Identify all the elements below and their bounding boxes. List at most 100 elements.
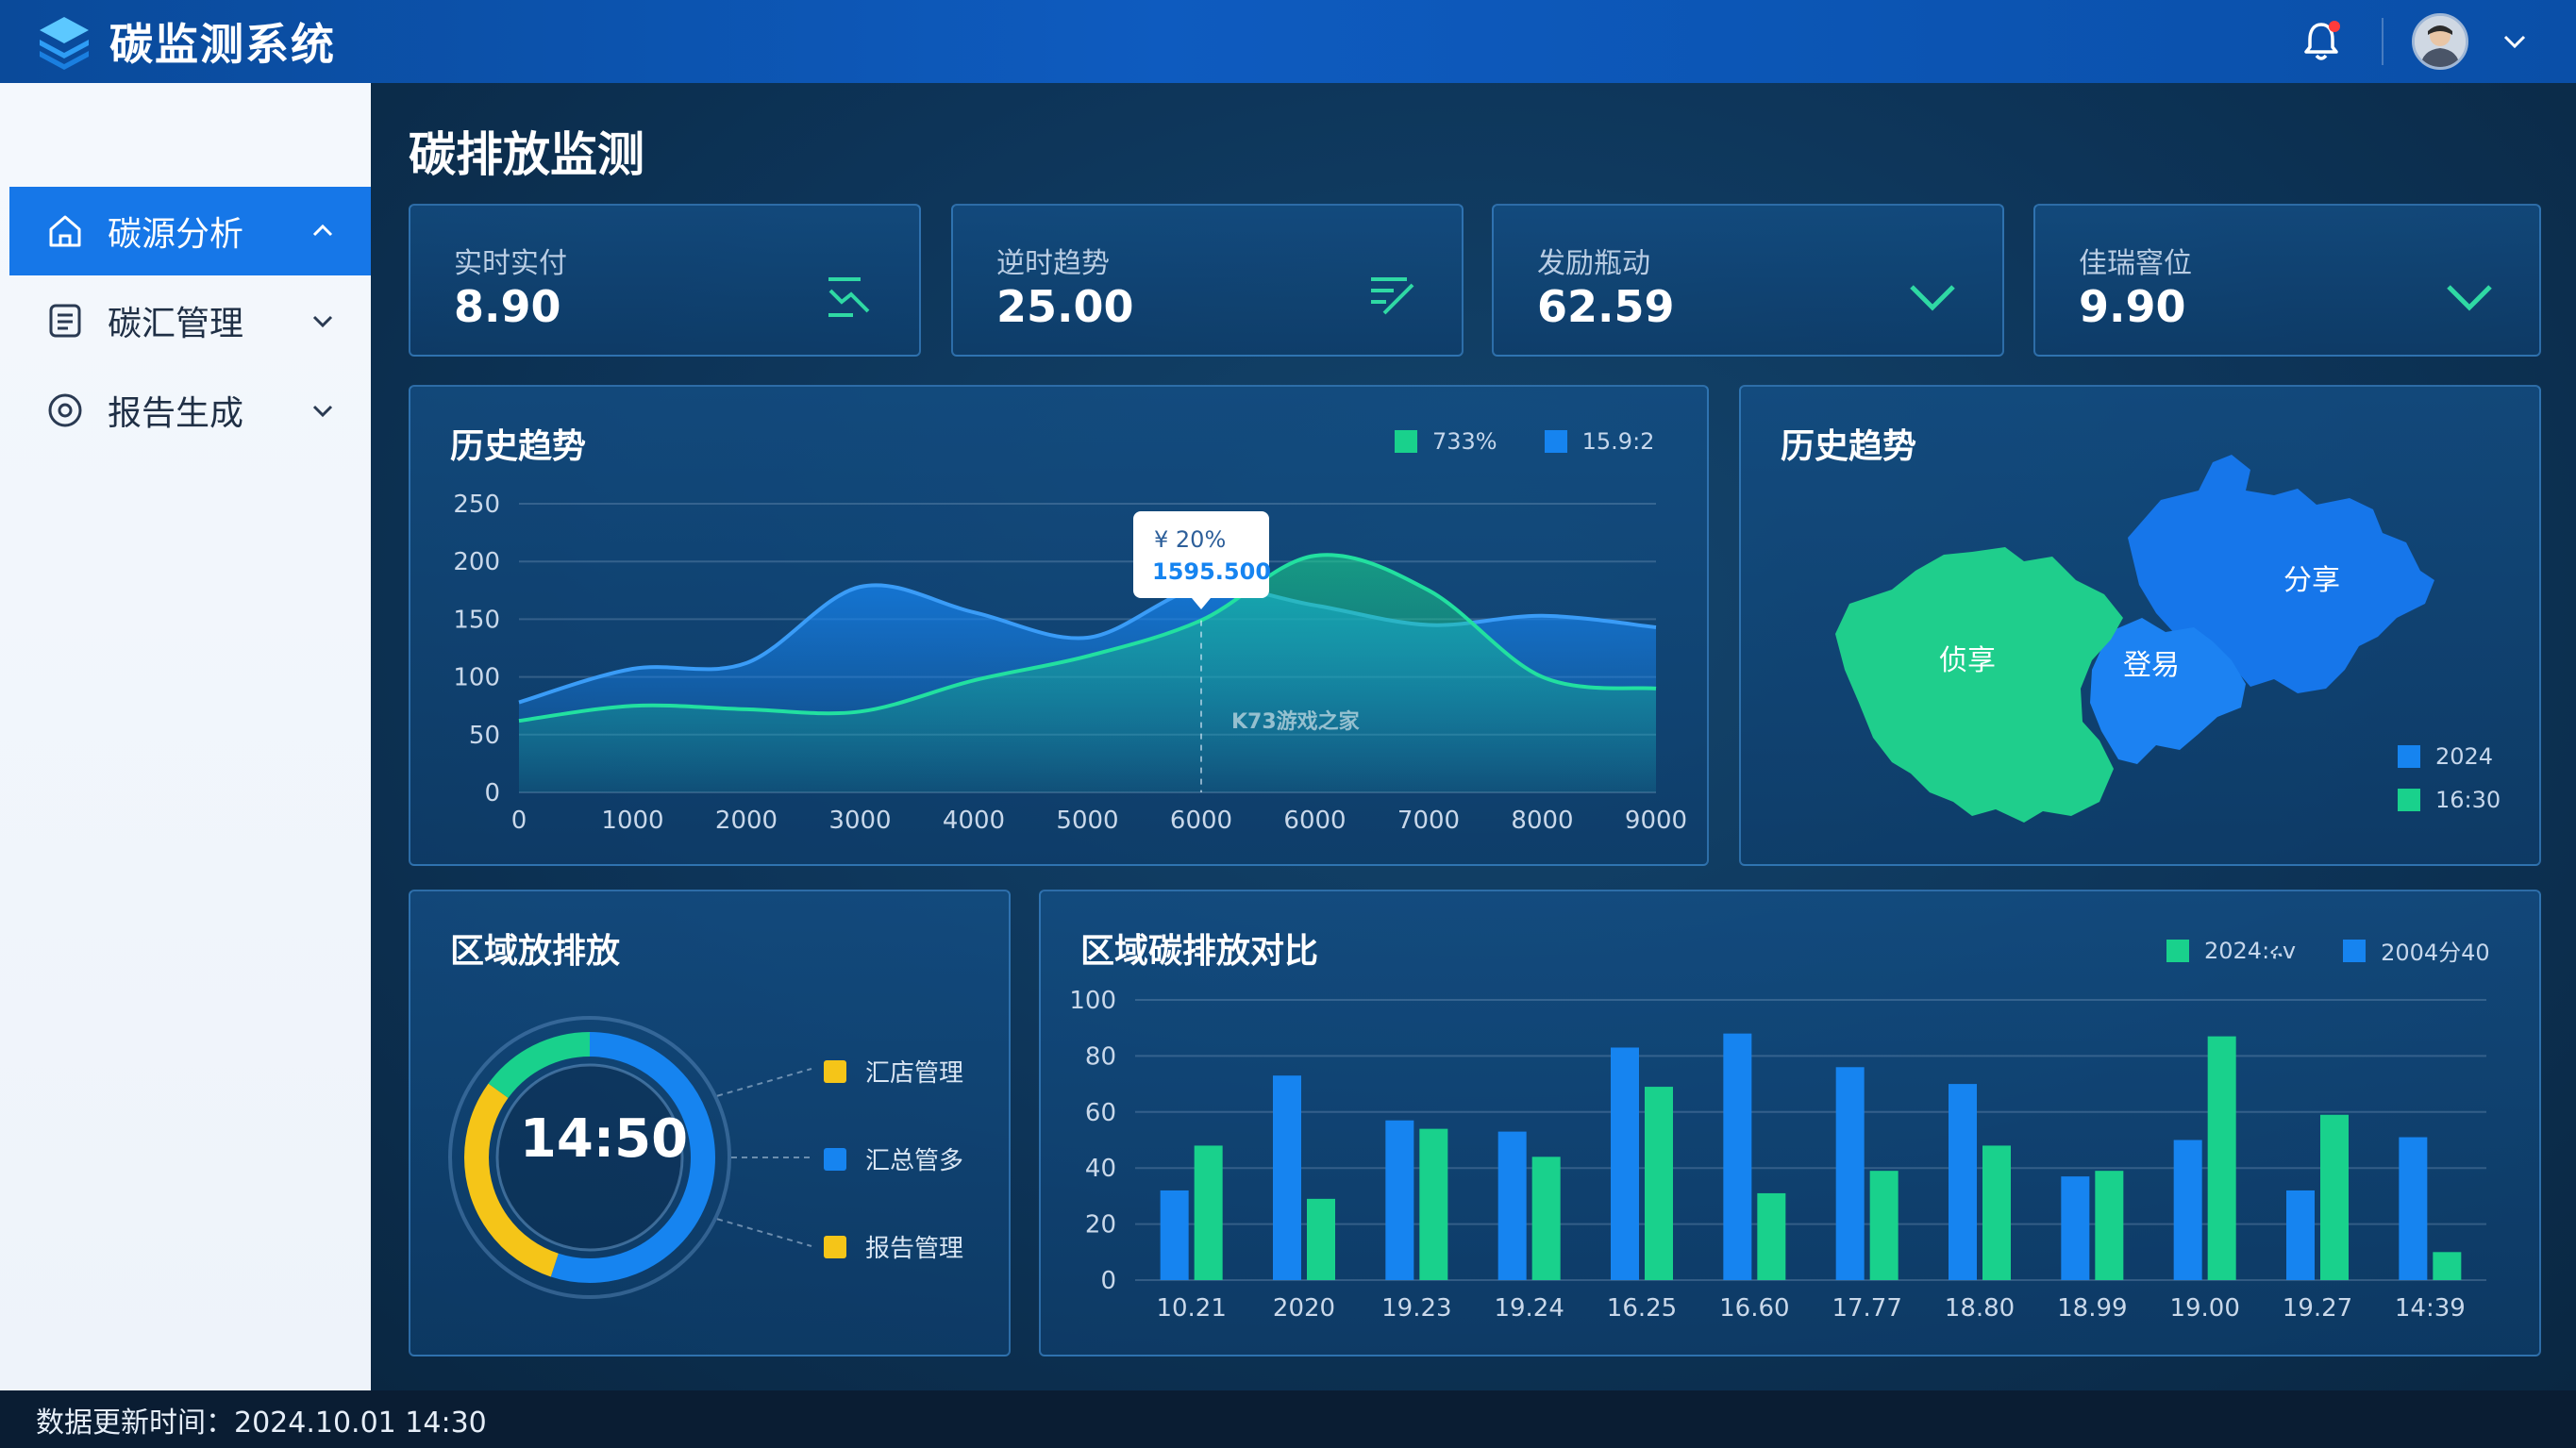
x-tick-label: 9000 [1625,807,1687,835]
header-divider [2382,18,2384,65]
stat-value: 9.90 [2079,281,2186,332]
trend-up-icon [1371,277,1414,315]
x-tick-label: 19.00 [2169,1294,2239,1323]
bar[interactable] [1160,1190,1189,1280]
donut-panel: 区域放排放 14:50 汇店管理 汇总管多 报告管理 [409,890,1011,1356]
region-bar-chart: 0 20 40 60 80 100 10.21 2020 19.23 19.24 16.25 16.6… [1069,987,2486,1323]
watermark-text: K73游戏之家 [1231,709,1361,734]
x-tick-label: 17.77 [1832,1294,1901,1323]
sidebar-item-carbon-sink[interactable]: 碳汇管理 [9,276,371,365]
sidebar: 碳源分析 碳汇管理 报告生成 [0,83,371,1390]
sidebar-item-label: 报告生成 [108,394,244,433]
bar[interactable] [1419,1128,1448,1280]
bar[interactable] [1273,1075,1301,1280]
x-tick-label: 14:39 [2395,1294,2466,1323]
bar[interactable] [1194,1145,1223,1280]
bar[interactable] [2173,1140,2202,1281]
x-tick-label: 19.24 [1494,1294,1564,1323]
bar[interactable] [1869,1171,1899,1280]
bar[interactable] [2286,1190,2315,1280]
x-tick-label: 0 [511,807,527,835]
x-tick-label: 6000 [1283,807,1346,835]
x-tick-label: 19.27 [2283,1294,2352,1323]
stat-value: 8.90 [454,281,561,332]
bar[interactable] [2320,1114,2349,1280]
notification-button[interactable] [2299,19,2344,64]
chevron-down-icon [2447,285,2492,311]
history-trend-panel: 历史趋势 733% 15.9:2 0 50 100 150 200 250 0 1000 200… [409,385,1709,866]
map-legend-item: 16:30 [2398,787,2501,813]
document-icon [49,304,81,338]
sidebar-item-report[interactable]: 报告生成 [9,366,371,455]
stat-label: 逆时趋势 [996,247,1110,280]
donut-legend-item: 报告管理 [824,1229,963,1264]
bar[interactable] [1611,1047,1639,1280]
legend-label: 汇店管理 [865,1059,964,1088]
bar[interactable] [2095,1171,2124,1280]
donut-leader-line [716,1068,812,1097]
chevron-up-icon [312,224,333,237]
bar[interactable] [1949,1084,1977,1280]
bar[interactable] [1385,1120,1414,1280]
legend-label: 报告管理 [865,1235,964,1263]
bar[interactable] [1645,1087,1673,1280]
y-tick-label: 80 [1085,1042,1116,1071]
stat-card-realtime[interactable]: 实时实付 8.90 [409,204,921,357]
bar[interactable] [1531,1157,1561,1280]
brand: 碳监测系统 [36,10,336,73]
bar[interactable] [1982,1145,2011,1280]
y-tick-label: 150 [453,606,500,634]
notification-dot [2329,21,2340,32]
x-tick-label: 10.21 [1156,1294,1226,1323]
map-panel: 历史趋势 分享 侦享 登易 2024 16:30 [1739,385,2541,866]
donut-center-time: 14:50 [519,1108,689,1170]
x-tick-label: 19.23 [1381,1294,1451,1323]
map-label: 登易 [2123,649,2180,682]
bar[interactable] [2061,1176,2090,1280]
donut-legend-item: 汇总管多 [824,1141,963,1176]
sidebar-item-label: 碳汇管理 [108,305,244,343]
stat-value: 25.00 [996,281,1134,332]
stat-label: 实时实付 [454,247,567,280]
top-header: 碳监测系统 [0,0,2576,83]
stat-card-trend[interactable]: 逆时趋势 25.00 [951,204,1464,357]
x-tick-label: 7000 [1397,807,1460,835]
legend-label: 2024 [2435,743,2494,770]
x-tick-label: 18.80 [1945,1294,2015,1323]
bar[interactable] [2399,1137,2428,1280]
bar[interactable] [1723,1033,1752,1280]
x-tick-label: 2000 [715,807,778,835]
x-tick-label: 8000 [1511,807,1573,835]
tooltip-line1: ¥ 20% [1154,526,1226,553]
stat-card-position[interactable]: 佳瑞窨位 9.90 [2033,204,2541,357]
sidebar-item-carbon-source[interactable]: 碳源分析 [9,187,371,275]
user-icon [2415,16,2466,67]
home-icon [49,215,81,247]
y-tick-label: 50 [469,722,500,750]
legend-swatch [2398,789,2420,811]
x-tick-label: 4000 [943,807,1005,835]
bar[interactable] [1835,1067,1865,1280]
user-menu-chevron-icon[interactable] [2501,27,2529,56]
history-line-chart: 0 50 100 150 200 250 0 1000 2000 3000 4000 5000 6000… [453,491,1687,835]
stat-label: 佳瑞窨位 [2079,247,2192,280]
legend-label: 16:30 [2435,787,2501,813]
map-label: 侦享 [1939,644,1996,677]
user-avatar[interactable] [2412,13,2468,70]
legend-swatch [824,1059,846,1083]
chart-tooltip: ¥ 20% 1595.500 [1133,511,1271,609]
layers-logo-icon [40,17,89,70]
page-title: 碳排放监测 [409,127,644,182]
y-tick-label: 100 [1069,987,1116,1015]
y-tick-label: 60 [1085,1099,1116,1127]
x-tick-label: 16.60 [1719,1294,1789,1323]
bar[interactable] [1757,1192,1786,1280]
bar[interactable] [2207,1036,2236,1280]
bar[interactable] [1307,1198,1335,1280]
main-content: 碳排放监测 实时实付 8.90 逆时趋势 25.00 发励瓶动 62.59 佳瑞… [371,83,2576,1390]
stat-card-activity[interactable]: 发励瓶动 62.59 [1492,204,2004,357]
bar[interactable] [1497,1131,1527,1280]
bar[interactable] [2433,1252,2462,1280]
map-region-west[interactable] [1835,547,2123,823]
map-label: 分享 [2283,564,2340,597]
